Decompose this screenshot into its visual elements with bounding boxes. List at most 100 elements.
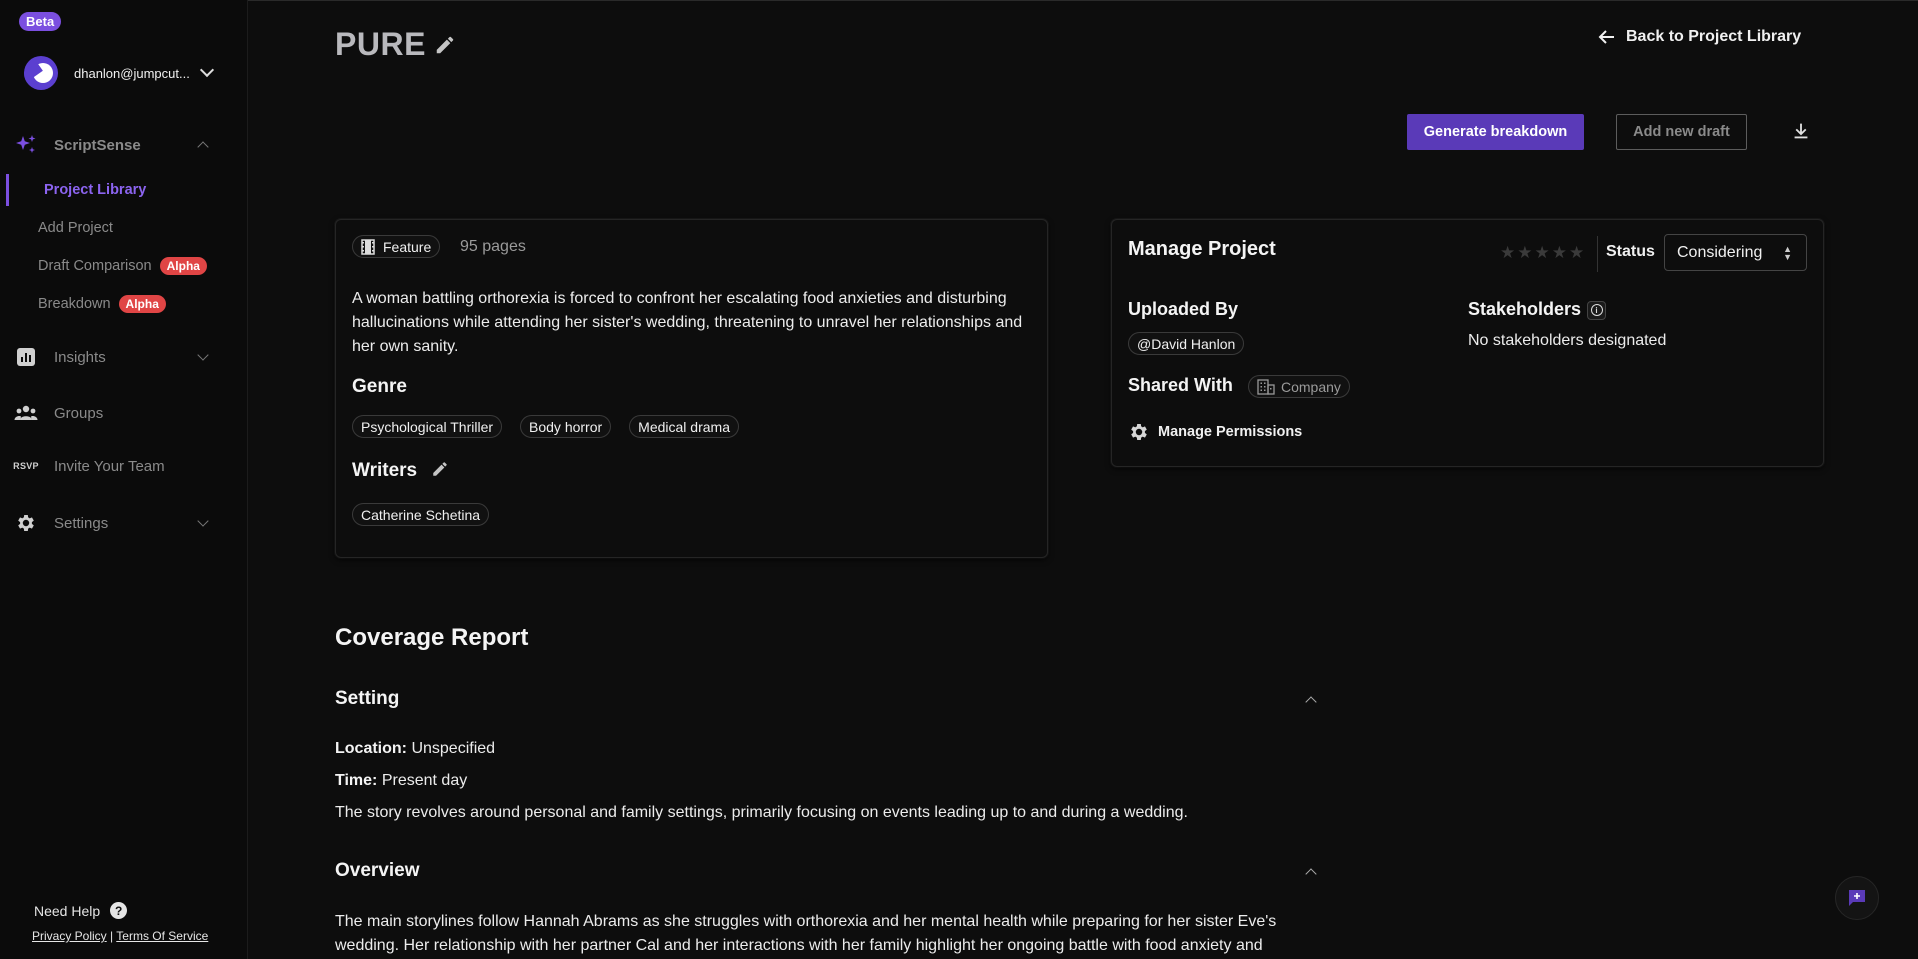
sidebar-section-label: Insights xyxy=(54,348,106,366)
star-icon[interactable]: ★ xyxy=(1500,244,1515,261)
sidebar-section-insights[interactable]: Insights xyxy=(0,337,248,377)
manage-permissions-label: Manage Permissions xyxy=(1158,424,1303,440)
gear-icon xyxy=(1131,424,1147,440)
genre-list: Psychological Thriller Body horror Medic… xyxy=(352,415,739,438)
rsvp-icon: RSVP xyxy=(13,461,39,471)
sidebar-section-settings[interactable]: Settings xyxy=(0,503,248,543)
overview-heading: Overview xyxy=(335,860,420,881)
genre-heading: Genre xyxy=(352,376,407,397)
writer-list: Catherine Schetina xyxy=(352,503,490,526)
chevron-down-icon xyxy=(197,349,209,361)
alpha-badge: Alpha xyxy=(118,295,166,313)
group-icon xyxy=(14,401,38,425)
avatar xyxy=(24,56,58,90)
time-label: Time: xyxy=(335,772,378,789)
sidebar-item-label: Project Library xyxy=(44,182,147,198)
overview-accordion-header[interactable]: Overview xyxy=(335,857,1325,887)
location-value: Unspecified xyxy=(411,740,496,757)
shared-with-chip: Company xyxy=(1248,375,1350,398)
divider xyxy=(1597,236,1598,272)
format-label: Feature xyxy=(383,238,432,255)
building-icon xyxy=(1257,378,1275,395)
info-icon-glyph: i xyxy=(1590,304,1603,317)
back-label: Back to Project Library xyxy=(1626,28,1802,45)
info-icon[interactable]: i xyxy=(1587,300,1607,320)
sidebar-item-breakdown[interactable]: Breakdown Alpha xyxy=(6,288,242,320)
status-select[interactable]: Considering ▲ ▼ xyxy=(1664,234,1807,271)
select-arrows-icon: ▲ ▼ xyxy=(1783,244,1792,262)
star-rating[interactable]: ★ ★ ★ ★ ★ xyxy=(1500,244,1584,261)
top-border xyxy=(0,0,1918,1)
chevron-up-icon xyxy=(1305,696,1317,708)
manage-permissions-button[interactable]: Manage Permissions xyxy=(1128,421,1302,443)
sparkles-icon xyxy=(14,133,38,157)
genre-chip: Psychological Thriller xyxy=(352,415,503,438)
genre-chip: Body horror xyxy=(520,415,612,438)
writer-chip: Catherine Schetina xyxy=(352,503,490,526)
shared-with-heading: Shared With xyxy=(1128,375,1233,395)
writers-heading: Writers xyxy=(352,460,418,481)
legal-links: Privacy Policy | Terms Of Service xyxy=(32,929,208,943)
bar-chart-icon xyxy=(14,345,38,369)
add-new-draft-button[interactable]: Add new draft xyxy=(1616,114,1747,150)
sidebar-section-label: Invite Your Team xyxy=(54,457,165,475)
sidebar-section-scriptsense[interactable]: ScriptSense xyxy=(0,125,248,165)
legal-separator: | xyxy=(110,929,114,943)
coverage-report-title: Coverage Report xyxy=(335,624,529,651)
manage-project-card: Manage Project ★ ★ ★ ★ ★ Status Consider… xyxy=(1111,219,1824,467)
alpha-badge: Alpha xyxy=(159,257,207,275)
user-menu[interactable]: dhanlon@jumpcut... xyxy=(24,56,224,90)
project-summary-card: Feature 95 pages A woman battling orthor… xyxy=(335,219,1048,558)
gear-icon xyxy=(14,511,38,535)
stakeholders-heading: Stakeholders i xyxy=(1468,299,1607,320)
time-line: Time: Present day xyxy=(335,772,467,790)
question-icon: ? xyxy=(110,902,128,919)
logline: A woman battling orthorexia is forced to… xyxy=(352,290,1023,355)
download-icon[interactable] xyxy=(1790,120,1812,142)
sidebar-item-label: Breakdown xyxy=(38,296,111,312)
star-icon[interactable]: ★ xyxy=(1517,244,1532,261)
privacy-policy-link[interactable]: Privacy Policy xyxy=(32,929,107,943)
sidebar-item-add-project[interactable]: Add Project xyxy=(6,212,242,244)
arrow-left-icon xyxy=(1598,30,1614,44)
stakeholders-label: Stakeholders xyxy=(1468,299,1582,319)
help-link[interactable]: Need Help ? xyxy=(34,902,128,919)
generate-breakdown-button[interactable]: Generate breakdown xyxy=(1407,114,1584,150)
page-count: 95 pages xyxy=(460,238,526,255)
status-value: Considering xyxy=(1677,243,1763,261)
sidebar-item-label: Draft Comparison xyxy=(38,258,152,274)
stakeholders-empty: No stakeholders designated xyxy=(1468,332,1667,349)
sidebar-item-project-library[interactable]: Project Library xyxy=(6,174,242,206)
pencil-icon[interactable] xyxy=(431,460,451,480)
star-icon[interactable]: ★ xyxy=(1535,244,1550,261)
sidebar: Beta dhanlon@jumpcut... ScriptSense Proj… xyxy=(0,0,248,959)
uploaded-by-heading: Uploaded By xyxy=(1128,299,1239,319)
sidebar-item-label: Add Project xyxy=(38,220,113,236)
shared-with-label: Company xyxy=(1281,378,1341,395)
pencil-icon[interactable] xyxy=(434,34,456,56)
sidebar-section-label: ScriptSense xyxy=(54,136,141,154)
chevron-up-icon xyxy=(197,141,209,153)
help-label: Need Help xyxy=(34,902,101,919)
star-icon[interactable]: ★ xyxy=(1569,244,1584,261)
sidebar-item-draft-comparison[interactable]: Draft Comparison Alpha xyxy=(6,250,242,282)
setting-accordion-header[interactable]: Setting xyxy=(335,685,1325,715)
sidebar-section-label: Settings xyxy=(54,514,109,532)
terms-of-service-link[interactable]: Terms Of Service xyxy=(116,929,208,943)
feedback-chat-button[interactable] xyxy=(1835,876,1879,920)
sidebar-section-groups[interactable]: Groups xyxy=(0,393,248,433)
user-email: dhanlon@jumpcut... xyxy=(74,65,190,81)
beta-badge: Beta xyxy=(19,12,62,31)
uploader-chip: @David Hanlon xyxy=(1128,332,1245,355)
sidebar-section-invite[interactable]: RSVP Invite Your Team xyxy=(0,446,248,486)
chevron-down-icon xyxy=(199,62,215,78)
chevron-up-icon xyxy=(1305,868,1317,880)
manage-project-title: Manage Project xyxy=(1128,238,1276,260)
format-chip: Feature xyxy=(352,235,441,258)
genre-chip: Medical drama xyxy=(629,415,739,438)
back-to-library-link[interactable]: Back to Project Library xyxy=(1598,28,1801,46)
star-icon[interactable]: ★ xyxy=(1552,244,1567,261)
time-value: Present day xyxy=(381,772,468,789)
page-title: PURE xyxy=(335,26,426,62)
chat-icon xyxy=(1849,890,1865,906)
